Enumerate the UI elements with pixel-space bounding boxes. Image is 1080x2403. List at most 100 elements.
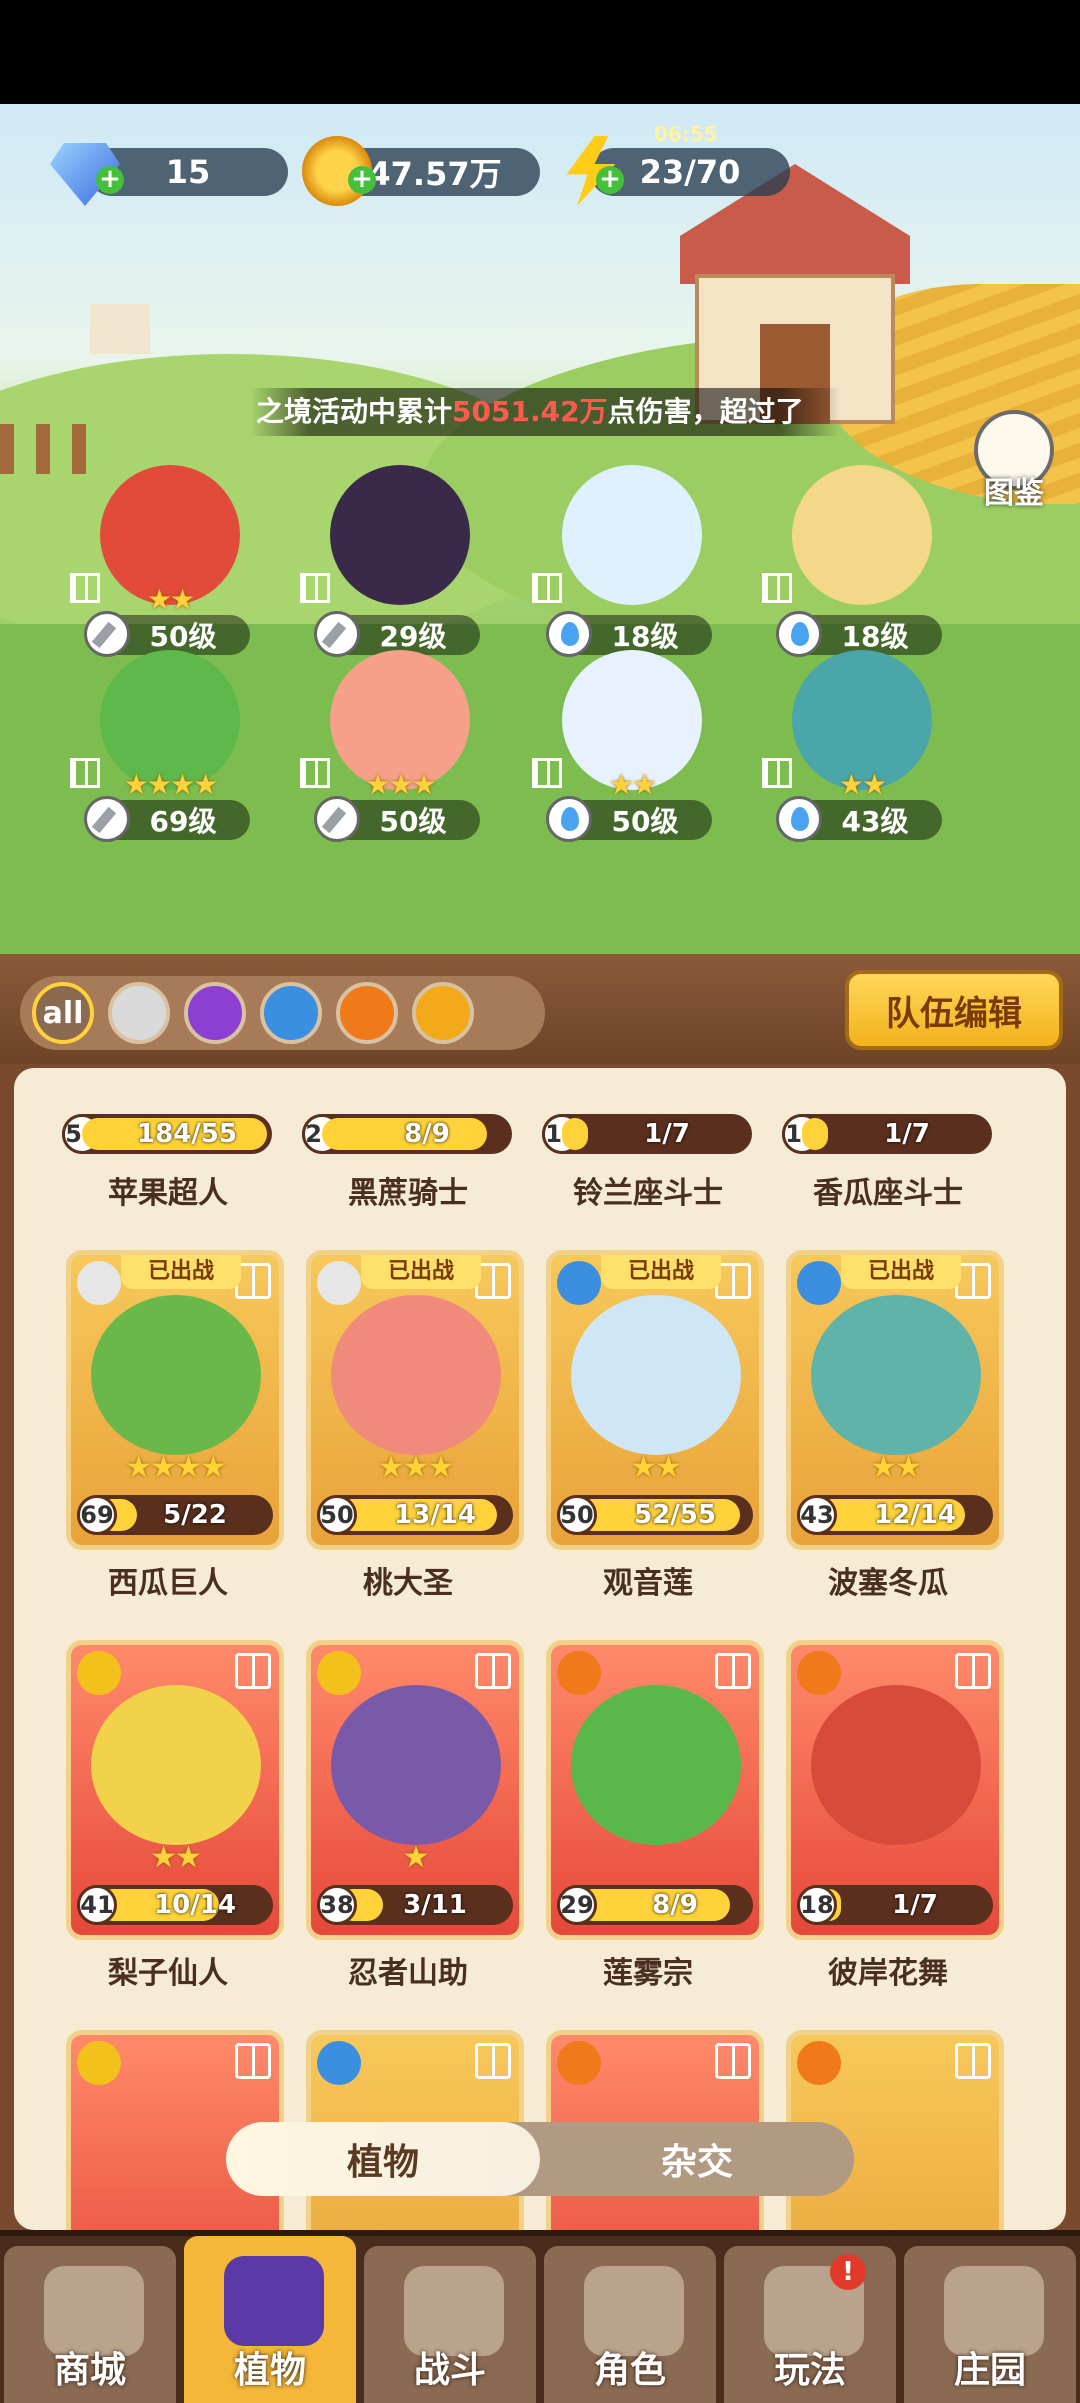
level-number: 38	[317, 1885, 357, 1925]
plant-name: 桃大圣	[363, 1566, 453, 1601]
deployed-badge: 已出战	[121, 1255, 241, 1289]
toggle-hybrid[interactable]: 杂交	[540, 2122, 854, 2196]
deployed-badge: 已出战	[601, 1255, 721, 1289]
progress-bar: 298/9	[302, 1114, 512, 1154]
nav-tab-0[interactable]: 商城	[4, 2246, 176, 2403]
gold-value: 47.57万	[368, 155, 502, 193]
nav-tab-label: 玩法	[773, 2350, 846, 2391]
filter-sword-icon[interactable]	[108, 982, 170, 1044]
shard-progress: 3/11	[403, 1890, 467, 1920]
light-icon	[317, 1651, 361, 1695]
water-icon	[557, 1261, 601, 1305]
add-gems-button[interactable]: +	[96, 166, 124, 194]
nav-tab-label: 植物	[233, 2350, 306, 2391]
star-rating: ★★	[870, 1450, 922, 1485]
level-number: 41	[77, 1885, 117, 1925]
shard-progress: 1/7	[644, 1119, 690, 1149]
water-icon	[797, 1261, 841, 1305]
progress-bar: 69 5/22	[77, 1495, 273, 1535]
fire-icon	[557, 2041, 601, 2085]
sword-icon	[77, 1261, 121, 1305]
deployed-badge: 已出战	[361, 1255, 481, 1289]
cabin	[90, 304, 150, 354]
progress-bar: 50 52/55	[557, 1495, 753, 1535]
plant-hybrid-toggle[interactable]: 植物 杂交	[226, 2122, 854, 2196]
team-member[interactable]: ★★ 50级	[532, 650, 732, 860]
nav-tab-1[interactable]: 植物	[184, 2236, 356, 2403]
team-member[interactable]: ★★★★ 69级	[70, 650, 270, 860]
plant-card[interactable]: 18 1/7	[786, 1640, 1004, 1940]
team-member[interactable]: ★★ 43级	[762, 650, 962, 860]
plant-card[interactable]: 29 8/9	[546, 1640, 764, 1940]
plant-portrait	[811, 1295, 981, 1455]
shard-progress: 8/9	[404, 1119, 450, 1149]
nav-tab-4[interactable]: 玩法!	[724, 2246, 896, 2403]
plant-card[interactable]: 已出战 ★★ 43 12/14	[786, 1250, 1004, 1550]
progress-bar: 38 3/11	[317, 1885, 513, 1925]
filter-potion-icon[interactable]	[184, 982, 246, 1044]
plant-card[interactable]: ★ 38 3/11	[306, 1640, 524, 1940]
plant-portrait	[571, 1685, 741, 1845]
star-rating: ★★★★	[125, 1450, 227, 1485]
plant-portrait	[571, 1295, 741, 1455]
filter-all-button[interactable]: all	[32, 982, 94, 1044]
team-edit-button[interactable]: 队伍编辑	[845, 970, 1063, 1050]
slot-grid-icon	[475, 1653, 511, 1689]
slot-grid-icon	[235, 1653, 271, 1689]
plant-name: 莲雾宗	[603, 1956, 693, 1991]
light-icon	[77, 1651, 121, 1695]
plant-name: 西瓜巨人	[108, 1566, 228, 1601]
plant-card[interactable]: 已出战 ★★ 50 52/55	[546, 1250, 764, 1550]
progress-bar: 181/7	[542, 1114, 752, 1154]
nav-tab-label: 商城	[53, 2350, 126, 2391]
filter-water-icon[interactable]	[260, 982, 322, 1044]
nav-tab-label: 战斗	[413, 2350, 486, 2391]
level-number: 29	[557, 1885, 597, 1925]
team-member[interactable]: ★★★ 50级	[300, 650, 500, 860]
team-member[interactable]: 18级	[762, 465, 962, 675]
plant-name: 观音莲	[603, 1566, 693, 1601]
plant-card[interactable]: 已出战 ★★★★ 69 5/22	[66, 1250, 284, 1550]
nav-tab-3[interactable]: 角色	[544, 2246, 716, 2403]
nav-tab-2[interactable]: 战斗	[364, 2246, 536, 2403]
slot-grid-icon	[475, 2043, 511, 2079]
level-number: 50	[557, 1495, 597, 1535]
progress-bar: 181/7	[782, 1114, 992, 1154]
team-member[interactable]: ★★ 50级	[70, 465, 270, 675]
codex-button[interactable]: 图鉴	[966, 410, 1062, 511]
progress-bar: 41 10/14	[77, 1885, 273, 1925]
plant-name: 梨子仙人	[108, 1956, 228, 1991]
bottom-nav: 商城 植物 战斗 角色 玩法! 庄园	[0, 2230, 1080, 2403]
shard-progress: 8/9	[652, 1890, 698, 1920]
shard-progress: 10/14	[154, 1890, 236, 1920]
scrolling-banner: 之境活动中累计5051.42万点伤害，超过了	[250, 388, 840, 436]
filter-lightning-icon[interactable]	[412, 982, 474, 1044]
sword-icon	[317, 1261, 361, 1305]
add-gold-button[interactable]: +	[348, 166, 376, 194]
plant-card[interactable]: ★★ 41 10/14	[66, 1640, 284, 1940]
add-energy-button[interactable]: +	[596, 166, 624, 194]
team-member[interactable]: 18级	[532, 465, 732, 675]
plant-list[interactable]: 50184/55苹果超人298/9黑蔗骑士181/7铃兰座斗士181/7香瓜座斗…	[14, 1068, 1066, 2230]
toggle-plants[interactable]: 植物	[226, 2122, 540, 2196]
filter-fire-icon[interactable]	[336, 982, 398, 1044]
water-drop-icon	[546, 796, 592, 842]
plant-name: 波塞冬瓜	[828, 1566, 948, 1601]
level-number: 18	[797, 1885, 837, 1925]
shard-progress: 13/14	[394, 1500, 476, 1530]
notification-badge: !	[830, 2254, 866, 2290]
energy-timer: 06:55	[654, 122, 718, 146]
nav-tab-5[interactable]: 庄园	[904, 2246, 1076, 2403]
shard-progress: 12/14	[874, 1500, 956, 1530]
plant-portrait	[811, 1685, 981, 1845]
shard-progress: 1/7	[892, 1890, 938, 1920]
potion-icon	[317, 2041, 361, 2085]
nav-tab-label: 庄园	[953, 2350, 1026, 2391]
progress-bar: 43 12/14	[797, 1495, 993, 1535]
plant-card[interactable]: 已出战 ★★★ 50 13/14	[306, 1250, 524, 1550]
fire-icon	[797, 1651, 841, 1695]
slot-grid-icon	[532, 573, 562, 603]
nav-tab-label: 角色	[593, 2350, 666, 2391]
team-member[interactable]: 29级	[300, 465, 500, 675]
progress-bar: 50184/55	[62, 1114, 272, 1154]
